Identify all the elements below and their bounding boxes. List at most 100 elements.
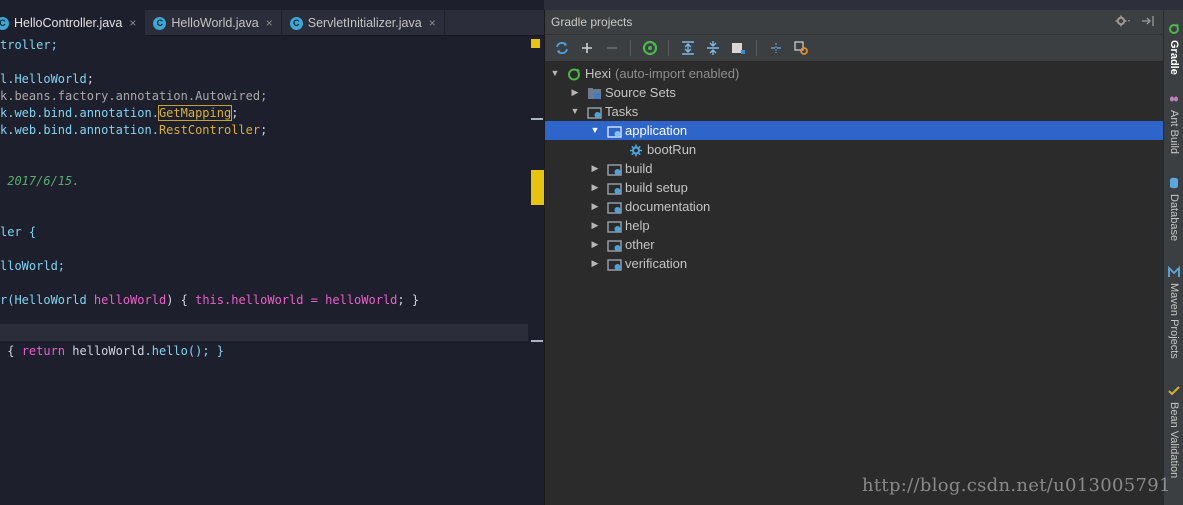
pin-icon[interactable] bbox=[1141, 15, 1155, 30]
side-tab-label: Database bbox=[1168, 194, 1180, 242]
tree-item-source-sets[interactable]: ▶ Source Sets bbox=[545, 83, 1164, 102]
side-tab-bean-validation[interactable]: Bean Validation bbox=[1165, 384, 1183, 478]
bean-validation-icon bbox=[1168, 384, 1180, 402]
watermark: http://blog.csdn.net/u013005791 bbox=[862, 475, 1171, 496]
code-editor[interactable]: C HelloController.java × C HelloWorld.ja… bbox=[0, 0, 544, 505]
tree-item-label: help bbox=[625, 218, 650, 233]
panel-title: Gradle projects bbox=[551, 15, 633, 29]
maven-icon bbox=[1168, 265, 1180, 283]
refresh-icon[interactable] bbox=[551, 38, 572, 59]
side-tab-label: Bean Validation bbox=[1168, 402, 1180, 479]
auto-import-note: (auto-import enabled) bbox=[615, 66, 740, 81]
gradle-projects-panel: Gradle projects ▼ Hexi (auto-import enab… bbox=[544, 10, 1164, 505]
stop-icon[interactable] bbox=[727, 38, 748, 59]
tree-item-help[interactable]: ▶ help bbox=[545, 216, 1164, 235]
project-name: Hexi bbox=[585, 66, 612, 81]
tree-item-label: documentation bbox=[625, 199, 711, 214]
collapsed-arrow-icon[interactable]: ▶ bbox=[589, 178, 601, 197]
task-folder-icon bbox=[587, 105, 602, 119]
collapse-all-icon[interactable] bbox=[702, 38, 723, 59]
side-tab-database[interactable]: Database bbox=[1165, 176, 1183, 241]
tree-item-documentation[interactable]: ▶ documentation bbox=[545, 197, 1164, 216]
warning-marker[interactable] bbox=[531, 39, 540, 48]
collapsed-arrow-icon[interactable]: ▶ bbox=[569, 83, 581, 102]
c-class-icon: C bbox=[289, 16, 303, 30]
tree-root-hexi[interactable]: ▼ Hexi (auto-import enabled) bbox=[545, 64, 1164, 83]
code-line: k.web.bind.annotation.RestController; bbox=[0, 123, 268, 137]
collapsed-arrow-icon[interactable]: ▶ bbox=[589, 254, 601, 273]
tree-item-bootrun[interactable]: bootRun bbox=[545, 140, 1164, 159]
expand-arrow-icon[interactable]: ▼ bbox=[589, 121, 601, 140]
side-tab-maven-projects[interactable]: Maven Projects bbox=[1165, 265, 1183, 359]
remove-icon[interactable] bbox=[601, 38, 622, 59]
tree-item-build[interactable]: ▶ build bbox=[545, 159, 1164, 178]
code-line: ler { bbox=[0, 225, 37, 239]
tab-servletinitializer[interactable]: C ServletInitializer.java × bbox=[282, 10, 445, 36]
toolbar-separator bbox=[756, 40, 757, 56]
add-icon[interactable] bbox=[576, 38, 597, 59]
settings-wrench-icon[interactable] bbox=[790, 38, 811, 59]
caret-tick bbox=[531, 340, 543, 342]
code-line: k.web.bind.annotation.GetMapping; bbox=[0, 105, 239, 121]
highlight-marker[interactable] bbox=[531, 170, 544, 205]
gradle-toolbar bbox=[545, 34, 1163, 62]
tree-item-label: application bbox=[625, 123, 688, 138]
stripe-tick[interactable] bbox=[531, 118, 543, 120]
task-folder-icon bbox=[607, 238, 622, 252]
code-line: { return helloWorld.hello(); } bbox=[0, 344, 225, 358]
side-tab-label: Maven Projects bbox=[1168, 283, 1180, 359]
tree-item-verification[interactable]: ▶ verification bbox=[545, 254, 1164, 273]
error-stripe[interactable] bbox=[528, 36, 544, 505]
tree-item-label: build bbox=[625, 161, 653, 176]
side-tab-ant-build[interactable]: Ant Build bbox=[1165, 92, 1183, 154]
code-line: k.beans.factory.annotation.Autowired; bbox=[0, 89, 268, 103]
tree-item-label: Source Sets bbox=[605, 85, 676, 100]
tab-hellocontroller[interactable]: C HelloController.java × bbox=[0, 10, 146, 36]
tab-helloworld[interactable]: C HelloWorld.java × bbox=[145, 10, 282, 36]
collapsed-arrow-icon[interactable]: ▶ bbox=[589, 159, 601, 178]
task-gear-icon bbox=[629, 143, 644, 157]
tool-window-strip: Gradle Ant Build Database Maven Projects… bbox=[1163, 10, 1183, 505]
close-icon[interactable]: × bbox=[266, 16, 273, 30]
task-folder-icon bbox=[607, 124, 622, 138]
gear-icon[interactable] bbox=[1115, 15, 1131, 30]
gradle-project-icon bbox=[567, 67, 582, 81]
execute-task-icon[interactable] bbox=[639, 38, 660, 59]
tab-label: ServletInitializer.java bbox=[307, 16, 422, 30]
tree-item-build-setup[interactable]: ▶ build setup bbox=[545, 178, 1164, 197]
gradle-icon bbox=[1168, 22, 1180, 40]
tree-item-other[interactable]: ▶ other bbox=[545, 235, 1164, 254]
collapsed-arrow-icon[interactable]: ▶ bbox=[589, 235, 601, 254]
close-icon[interactable]: × bbox=[129, 16, 136, 30]
code-comment-line: 2017/6/15. bbox=[0, 174, 80, 188]
tree-item-label: bootRun bbox=[647, 142, 697, 157]
collapsed-arrow-icon[interactable]: ▶ bbox=[589, 216, 601, 235]
task-folder-icon bbox=[607, 162, 622, 176]
collapsed-arrow-icon[interactable]: ▶ bbox=[589, 197, 601, 216]
tree-item-application[interactable]: ▼ application bbox=[545, 121, 1164, 140]
ant-icon bbox=[1168, 92, 1180, 110]
close-icon[interactable]: × bbox=[429, 16, 436, 30]
code-line: troller; bbox=[0, 38, 58, 52]
tree-item-label: verification bbox=[625, 256, 688, 271]
code-line: r(HelloWorld helloWorld) { this.helloWor… bbox=[0, 293, 420, 307]
code-line: lloWorld; bbox=[0, 259, 66, 273]
link-icon[interactable] bbox=[765, 38, 786, 59]
tree-item-label: build setup bbox=[625, 180, 688, 195]
current-line-highlight bbox=[0, 324, 544, 341]
expand-all-icon[interactable] bbox=[677, 38, 698, 59]
expand-arrow-icon[interactable]: ▼ bbox=[549, 64, 561, 83]
panel-header: Gradle projects bbox=[545, 10, 1163, 34]
expand-arrow-icon[interactable]: ▼ bbox=[569, 102, 581, 121]
toolbar-separator bbox=[668, 40, 669, 56]
task-folder-icon bbox=[607, 181, 622, 195]
tree-item-label: Tasks bbox=[605, 104, 639, 119]
side-tab-gradle[interactable]: Gradle bbox=[1165, 22, 1183, 75]
task-folder-icon bbox=[607, 200, 622, 214]
database-icon bbox=[1168, 176, 1180, 194]
task-folder-icon bbox=[607, 257, 622, 271]
c-class-icon: C bbox=[0, 16, 9, 30]
task-folder-icon bbox=[607, 219, 622, 233]
tree-item-tasks[interactable]: ▼ Tasks bbox=[545, 102, 1164, 121]
code-line: l.HelloWorld; bbox=[0, 72, 94, 86]
